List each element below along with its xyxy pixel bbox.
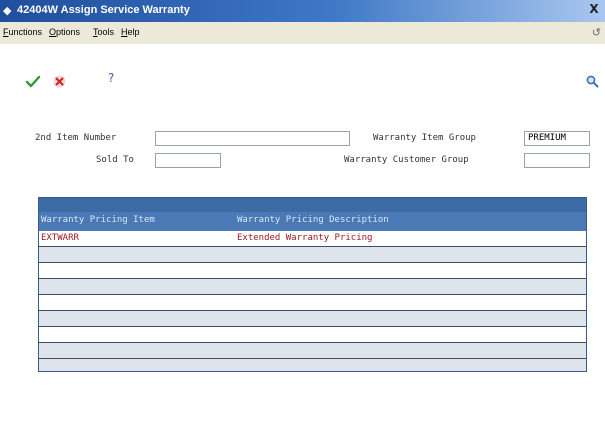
cancel-x-icon[interactable] — [53, 73, 66, 92]
window-title: 42404W Assign Service Warranty — [17, 4, 190, 16]
label-warranty-item-group: Warranty Item Group — [373, 133, 476, 143]
grid-header: Warranty Pricing Item Warranty Pricing D… — [39, 212, 586, 231]
table-row[interactable] — [39, 327, 586, 343]
cell-pricing-item: EXTWARR — [41, 233, 79, 243]
table-row[interactable] — [39, 343, 586, 359]
table-row[interactable] — [39, 263, 586, 279]
pin-icon[interactable]: ↺ — [592, 26, 601, 39]
grid-header-band — [39, 198, 586, 212]
item-number-input[interactable] — [155, 131, 350, 146]
close-icon[interactable]: X — [587, 2, 601, 16]
menu-functions[interactable]: Functions — [3, 27, 42, 37]
table-row[interactable] — [39, 247, 586, 263]
menu-tools[interactable]: Tools — [93, 27, 114, 37]
label-warranty-customer-group: Warranty Customer Group — [344, 155, 469, 165]
help-icon[interactable]: ? — [108, 71, 114, 85]
toolbar — [0, 44, 605, 80]
menu-bar: Functions Options Tools Help ↺ — [0, 22, 605, 45]
table-row[interactable] — [39, 295, 586, 311]
table-row[interactable] — [39, 311, 586, 327]
column-header-pricing-description[interactable]: Warranty Pricing Description — [237, 215, 389, 225]
menu-options[interactable]: Options — [49, 27, 80, 37]
checkmark-icon[interactable] — [25, 73, 41, 92]
pricing-grid: Warranty Pricing Item Warranty Pricing D… — [38, 197, 587, 372]
cell-pricing-description: Extended Warranty Pricing — [237, 233, 373, 243]
label-2nd-item-number: 2nd Item Number — [35, 133, 117, 143]
app-icon: ◆ — [3, 4, 12, 17]
label-sold-to: Sold To — [96, 155, 134, 165]
application-window: ◆ 42404W Assign Service Warranty X Funct… — [0, 0, 605, 447]
magnifier-icon[interactable] — [586, 73, 599, 92]
table-row[interactable] — [39, 279, 586, 295]
menu-help[interactable]: Help — [121, 27, 140, 37]
title-bar: ◆ 42404W Assign Service Warranty X — [0, 0, 605, 22]
sold-to-input[interactable] — [155, 153, 221, 168]
column-header-pricing-item[interactable]: Warranty Pricing Item — [41, 215, 155, 225]
warranty-customer-group-input[interactable] — [524, 153, 590, 168]
warranty-item-group-input[interactable]: PREMIUM — [524, 131, 590, 146]
table-row[interactable]: EXTWARR Extended Warranty Pricing — [39, 231, 586, 247]
